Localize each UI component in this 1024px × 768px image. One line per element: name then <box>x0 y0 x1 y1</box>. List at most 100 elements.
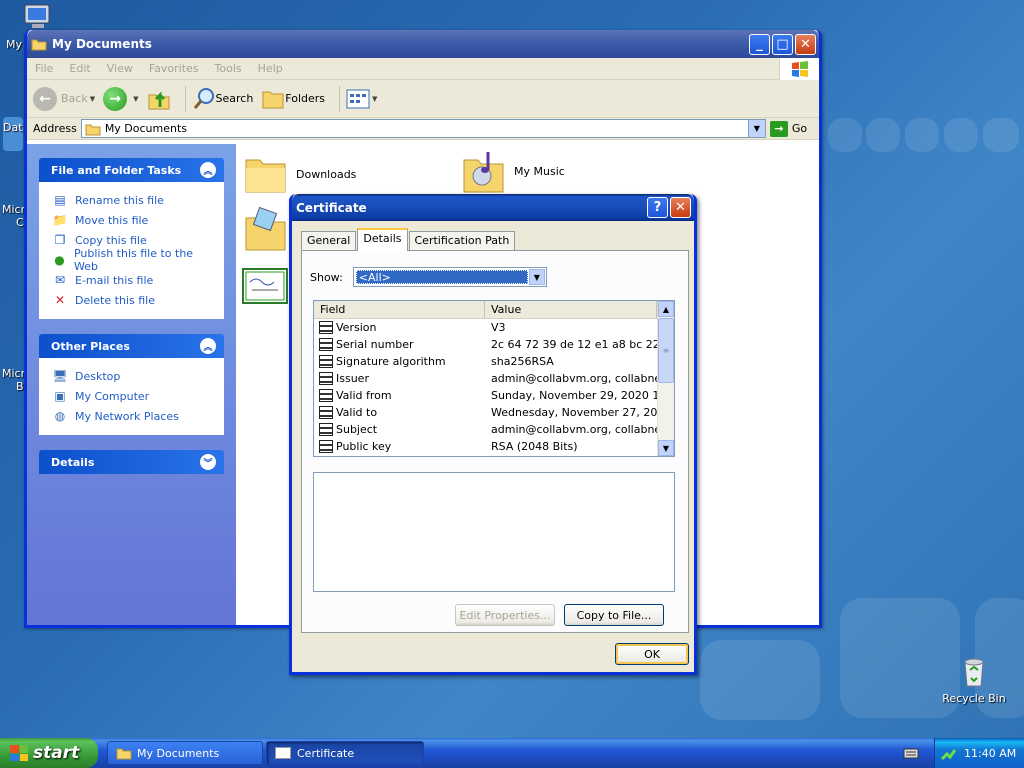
taskbar-item-certificate[interactable]: Certificate <box>266 741 424 765</box>
menu-favorites[interactable]: Favorites <box>149 62 199 75</box>
dialog-titlebar[interactable]: Certificate ? ✕ <box>292 194 694 221</box>
vertical-scrollbar[interactable]: ▲ ≡ ▼ <box>657 301 674 456</box>
toolbar-separator <box>184 85 186 112</box>
desktop-decoration <box>983 118 1019 152</box>
desktop-icon-label[interactable]: Dat <box>3 121 23 134</box>
expand-icon[interactable]: ︾ <box>200 454 216 470</box>
network-places-link[interactable]: ◍ My Network Places <box>52 406 211 426</box>
my-computer-desktop-icon[interactable] <box>22 3 54 31</box>
search-button[interactable]: Search <box>192 87 253 111</box>
my-music-folder[interactable]: My Music <box>462 148 565 194</box>
menu-file[interactable]: File <box>35 62 53 75</box>
menu-tools[interactable]: Tools <box>215 62 242 75</box>
move-file-link[interactable]: 📁 Move this file <box>52 210 211 230</box>
panel-title: Other Places <box>51 339 130 353</box>
globe-icon: ● <box>54 253 65 267</box>
table-row[interactable]: Signature algorithm sha256RSA <box>314 353 674 370</box>
value-cell: admin@collabvm.org, collabne... <box>491 423 657 436</box>
desktop-icon-label[interactable]: B <box>16 380 24 393</box>
field-name: Version <box>336 321 377 334</box>
folder-icon <box>116 748 132 760</box>
edit-properties-button[interactable]: Edit Properties... <box>455 604 555 626</box>
file-folder-tasks-header[interactable]: File and Folder Tasks ︽ <box>39 158 224 182</box>
desktop-link[interactable]: 🖥 Desktop <box>52 366 211 386</box>
close-button[interactable]: ✕ <box>795 33 816 55</box>
scroll-down-button[interactable]: ▼ <box>658 440 674 456</box>
pictures-folder-icon <box>245 206 286 251</box>
recycle-bin-desktop-icon[interactable]: Recycle Bin <box>934 656 1014 705</box>
clock: 11:40 AM <box>964 746 1017 760</box>
up-folder-button[interactable] <box>147 87 171 111</box>
delete-file-link[interactable]: ✕ Delete this file <box>52 290 211 310</box>
rename-file-link[interactable]: ▤ Rename this file <box>52 190 211 210</box>
collapse-icon[interactable]: ︽ <box>200 162 216 178</box>
start-button[interactable]: start <box>0 738 98 768</box>
details-tab-page: Show: <All> ▼ Field Value Version V3 Seria… <box>301 250 689 633</box>
back-button[interactable]: ← Back ▼ <box>33 86 95 111</box>
publish-web-link[interactable]: ● Publish this file to the Web <box>52 247 211 273</box>
table-row[interactable]: Valid to Wednesday, November 27, 20... <box>314 404 674 421</box>
downloads-folder[interactable]: Downloads <box>244 154 356 194</box>
collapse-icon[interactable]: ︽ <box>200 338 216 354</box>
tab-details[interactable]: Details <box>357 228 408 251</box>
minimize-button[interactable]: _ <box>749 33 770 55</box>
address-dropdown-button[interactable]: ▼ <box>747 120 765 137</box>
chevron-down-icon[interactable]: ▼ <box>528 269 545 285</box>
menu-help[interactable]: Help <box>258 62 283 75</box>
views-button[interactable]: ▼ <box>346 88 377 110</box>
go-button[interactable]: → Go <box>769 120 807 137</box>
address-input[interactable]: My Documents ▼ <box>80 119 766 138</box>
explorer-titlebar[interactable]: My Documents _ □ ✕ <box>27 30 819 58</box>
field-name: Valid from <box>336 389 392 402</box>
scroll-thumb[interactable]: ≡ <box>658 318 674 383</box>
certificate-file[interactable] <box>242 268 288 304</box>
table-row[interactable]: Valid from Sunday, November 29, 2020 1... <box>314 387 674 404</box>
column-header-value[interactable]: Value <box>485 301 657 318</box>
keyboard-icon[interactable] <box>903 746 919 760</box>
column-header-field[interactable]: Field <box>314 301 485 318</box>
value-cell: RSA (2048 Bits) <box>491 440 578 453</box>
file-folder-tasks-panel: File and Folder Tasks ︽ ▤ Rename this fil… <box>39 158 224 319</box>
my-computer-link[interactable]: ▣ My Computer <box>52 386 211 406</box>
menu-view[interactable]: View <box>107 62 133 75</box>
search-icon <box>193 87 214 109</box>
help-button[interactable]: ? <box>647 197 668 218</box>
value-cell: sha256RSA <box>491 355 554 368</box>
desktop-decoration <box>700 640 820 720</box>
table-row[interactable]: Issuer admin@collabvm.org, collabne... <box>314 370 674 387</box>
desktop-icon-label[interactable]: C <box>16 216 24 229</box>
close-button[interactable]: ✕ <box>670 197 691 218</box>
copy-to-file-button[interactable]: Copy to File... <box>564 604 664 626</box>
network-tray-icon[interactable] <box>940 745 956 761</box>
folders-button[interactable]: Folders <box>261 88 325 110</box>
ok-button[interactable]: OK <box>615 643 689 665</box>
desktop-icon-label[interactable]: My <box>6 38 22 51</box>
tab-general[interactable]: General <box>301 231 357 251</box>
table-row[interactable]: Subject admin@collabvm.org, collabne... <box>314 421 674 438</box>
menu-edit[interactable]: Edit <box>69 62 90 75</box>
chevron-down-icon: ▼ <box>133 94 139 103</box>
other-places-header[interactable]: Other Places ︽ <box>39 334 224 358</box>
tab-certification-path[interactable]: Certification Path <box>408 231 516 251</box>
field-name: Serial number <box>336 338 414 351</box>
recycle-bin-icon <box>958 656 990 688</box>
maximize-button[interactable]: □ <box>772 33 793 55</box>
scroll-up-button[interactable]: ▲ <box>658 301 674 317</box>
taskbar-item-my-documents[interactable]: My Documents <box>107 741 263 765</box>
certificate-dialog: Certificate ? ✕ General Details Certific… <box>289 194 697 675</box>
value-cell: Sunday, November 29, 2020 1... <box>491 389 657 402</box>
task-label: E-mail this file <box>75 273 154 287</box>
table-row[interactable]: Public key RSA (2048 Bits) <box>314 438 674 455</box>
task-label: My Network Places <box>75 409 179 423</box>
window-icon <box>275 747 291 759</box>
table-row[interactable]: Serial number 2c 64 72 39 de 12 e1 a8 bc … <box>314 336 674 353</box>
move-icon: 📁 <box>52 213 68 227</box>
show-dropdown[interactable]: <All> ▼ <box>352 267 547 287</box>
windows-logo-icon <box>10 745 28 761</box>
field-detail-box[interactable] <box>313 472 675 592</box>
forward-button[interactable]: → ▼ <box>103 86 139 111</box>
field-name: Signature algorithm <box>336 355 446 368</box>
email-file-link[interactable]: ✉ E-mail this file <box>52 270 211 290</box>
table-row[interactable]: Version V3 <box>314 319 674 336</box>
details-header[interactable]: Details ︾ <box>39 450 224 474</box>
